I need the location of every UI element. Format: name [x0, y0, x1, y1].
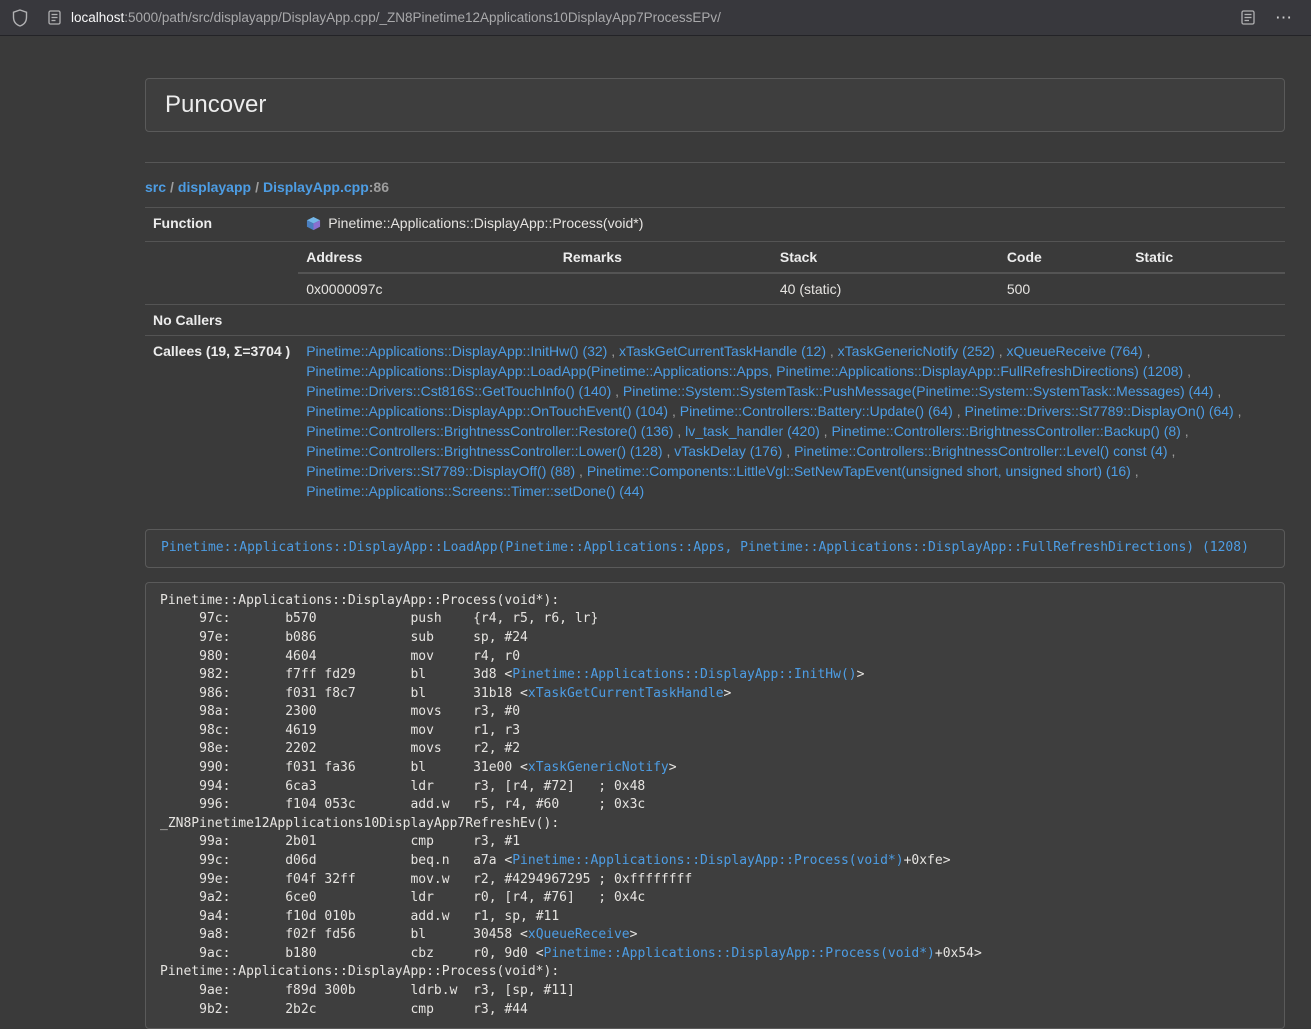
- app-header-panel: Puncover: [145, 78, 1285, 132]
- callee-separator: ,: [995, 343, 1007, 359]
- callee-link[interactable]: Pinetime::Controllers::BrightnessControl…: [306, 443, 662, 459]
- page-actions-menu-icon[interactable]: ⋯: [1269, 0, 1299, 36]
- breadcrumb-separator: /: [255, 179, 259, 195]
- callee-separator: ,: [575, 463, 587, 479]
- breadcrumb-separator: /: [170, 179, 174, 195]
- divider: [145, 162, 1285, 163]
- callee-link[interactable]: Pinetime::Components::LittleVgl::SetNewT…: [587, 463, 1131, 479]
- function-icon: [306, 216, 321, 236]
- callee-separator: ,: [820, 423, 832, 439]
- callee-separator: ,: [1131, 463, 1139, 479]
- function-details-table: Address Remarks Stack Code Static 0x0000…: [298, 242, 1285, 304]
- table-row: No Callers: [145, 305, 1285, 336]
- breadcrumb-line-number: :86: [369, 179, 389, 195]
- static-value: [1127, 273, 1285, 304]
- callee-link[interactable]: Pinetime::Controllers::Battery::Update()…: [680, 403, 953, 419]
- callee-link[interactable]: Pinetime::Controllers::BrightnessControl…: [306, 423, 673, 439]
- callee-link[interactable]: Pinetime::Controllers::BrightnessControl…: [831, 423, 1180, 439]
- tracking-protection-shield-icon[interactable]: [12, 9, 28, 27]
- symbol-link[interactable]: Pinetime::Applications::DisplayApp::Proc…: [512, 853, 903, 868]
- url-bar[interactable]: localhost:5000/path/src/displayapp/Displ…: [48, 10, 1227, 25]
- remarks-value: [555, 273, 772, 304]
- callee-separator: ,: [1183, 363, 1191, 379]
- details-row: 0x0000097c 40 (static) 500: [298, 273, 1285, 304]
- callee-separator: ,: [1168, 443, 1176, 459]
- callee-link[interactable]: Pinetime::Applications::DisplayApp::OnTo…: [306, 403, 668, 419]
- callees-label: Callees (19, Σ=3704 ): [145, 336, 298, 507]
- disassembly: Pinetime::Applications::DisplayApp::Proc…: [145, 582, 1285, 1029]
- callee-separator: ,: [826, 343, 838, 359]
- callee-separator: ,: [1143, 343, 1151, 359]
- function-row-label: Function: [145, 208, 298, 242]
- callee-link[interactable]: lv_task_handler (420): [685, 423, 820, 439]
- breadcrumb-displayapp-link[interactable]: displayapp: [178, 179, 251, 195]
- symbol-link[interactable]: xQueueReceive: [528, 927, 630, 942]
- highlighted-symbol: Pinetime::Applications::DisplayApp::Load…: [145, 529, 1285, 568]
- symbol-link[interactable]: xTaskGenericNotify: [528, 760, 669, 775]
- breadcrumb: src/displayapp/DisplayApp.cpp:86: [145, 179, 1285, 195]
- page-info-icon[interactable]: [48, 10, 61, 25]
- stack-value: 40 (static): [772, 273, 999, 304]
- col-stack: Stack: [772, 242, 999, 273]
- callee-link[interactable]: Pinetime::Controllers::BrightnessControl…: [794, 443, 1167, 459]
- callee-link[interactable]: Pinetime::Drivers::St7789::DisplayOff() …: [306, 463, 575, 479]
- page-title: Puncover: [165, 91, 1265, 119]
- url-host: localhost: [71, 10, 124, 25]
- col-remarks: Remarks: [555, 242, 772, 273]
- callee-link[interactable]: Pinetime::Applications::DisplayApp::Init…: [306, 343, 607, 359]
- url-path: :5000/path/src/displayapp/DisplayApp.cpp…: [124, 10, 721, 25]
- callee-link[interactable]: vTaskDelay (176): [674, 443, 782, 459]
- no-callers-label: No Callers: [145, 305, 298, 336]
- callee-link[interactable]: xQueueReceive (764): [1007, 343, 1143, 359]
- symbol-link[interactable]: xTaskGetCurrentTaskHandle: [528, 686, 724, 701]
- callee-separator: ,: [782, 443, 794, 459]
- col-code: Code: [999, 242, 1127, 273]
- function-name: Pinetime::Applications::DisplayApp::Proc…: [328, 215, 643, 231]
- callee-link[interactable]: Pinetime::Applications::Screens::Timer::…: [306, 483, 644, 499]
- callee-separator: ,: [607, 343, 619, 359]
- symbol-link[interactable]: Pinetime::Applications::DisplayApp::Proc…: [544, 946, 935, 961]
- callee-separator: ,: [953, 403, 965, 419]
- callee-separator: ,: [1234, 403, 1242, 419]
- address-value: 0x0000097c: [298, 273, 555, 304]
- callee-separator: ,: [611, 383, 623, 399]
- browser-toolbar: localhost:5000/path/src/displayapp/Displ…: [0, 0, 1311, 36]
- callee-link[interactable]: Pinetime::Applications::DisplayApp::Load…: [306, 363, 1183, 379]
- callee-separator: ,: [663, 443, 675, 459]
- callee-link[interactable]: xTaskGenericNotify (252): [838, 343, 995, 359]
- reader-mode-icon[interactable]: [1241, 10, 1255, 25]
- function-table: Function Pinetime::Applications::Display…: [145, 207, 1285, 506]
- table-row: Callees (19, Σ=3704 ) Pinetime::Applicat…: [145, 336, 1285, 507]
- table-row: Function Pinetime::Applications::Display…: [145, 208, 1285, 242]
- callee-separator: ,: [1213, 383, 1221, 399]
- callee-link[interactable]: Pinetime::System::SystemTask::PushMessag…: [623, 383, 1214, 399]
- breadcrumb-file-link[interactable]: DisplayApp.cpp: [263, 179, 369, 195]
- callee-separator: ,: [1181, 423, 1189, 439]
- callees-list: Pinetime::Applications::DisplayApp::Init…: [298, 336, 1285, 507]
- symbol-link[interactable]: Pinetime::Applications::DisplayApp::Init…: [512, 667, 856, 682]
- callee-separator: ,: [673, 423, 685, 439]
- callee-link[interactable]: Pinetime::Drivers::Cst816S::GetTouchInfo…: [306, 383, 611, 399]
- breadcrumb-src-link[interactable]: src: [145, 179, 166, 195]
- callee-separator: ,: [668, 403, 680, 419]
- url-text: localhost:5000/path/src/displayapp/Displ…: [71, 10, 721, 25]
- callee-link[interactable]: Pinetime::Drivers::St7789::DisplayOn() (…: [965, 403, 1234, 419]
- page-content: Puncover src/displayapp/DisplayApp.cpp:8…: [145, 36, 1285, 1029]
- highlighted-symbol-link[interactable]: Pinetime::Applications::DisplayApp::Load…: [161, 540, 1249, 555]
- col-address: Address: [298, 242, 555, 273]
- col-static: Static: [1127, 242, 1285, 273]
- callee-link[interactable]: xTaskGetCurrentTaskHandle (12): [619, 343, 826, 359]
- code-size-value: 500: [999, 273, 1127, 304]
- table-row: Address Remarks Stack Code Static 0x0000…: [145, 242, 1285, 305]
